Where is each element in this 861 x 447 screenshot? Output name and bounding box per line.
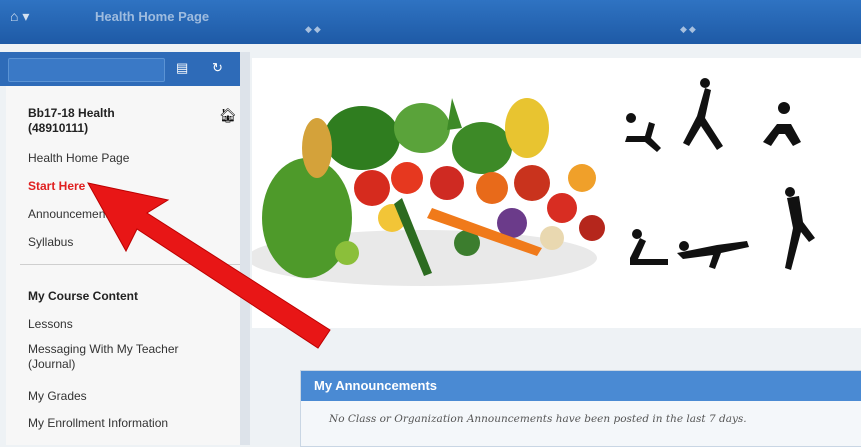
folder-icon[interactable]: ▤ (176, 60, 188, 76)
menu-link-health-home[interactable]: Health Home Page (28, 151, 129, 166)
top-nav-bar: ⌂ ▾ Health Home Page ◆◆ ◆◆ (0, 0, 861, 44)
announcements-message: No Class or Organization Announcements h… (329, 413, 747, 425)
course-name: Bb17-18 Health (28, 106, 115, 120)
menu-section-title: My Course Content (28, 289, 139, 303)
menu-link-start-here[interactable]: Start Here (28, 179, 85, 194)
menu-link-enrollment[interactable]: My Enrollment Information (28, 416, 168, 431)
menu-link-syllabus[interactable]: Syllabus (28, 235, 73, 250)
menu-link-lessons[interactable]: Lessons (28, 317, 73, 332)
announcements-panel: My Announcements No Class or Organizatio… (300, 370, 861, 447)
announcements-title[interactable]: My Announcements (301, 371, 861, 401)
course-title[interactable]: Bb17-18 Health (48910111) (28, 106, 198, 136)
home-nav-icon[interactable]: ⌂ ▾ (10, 8, 29, 25)
course-banner-image (247, 58, 861, 328)
course-menu: Bb17-18 Health (48910111) 🏠︎ Health Home… (6, 86, 241, 445)
decoration-icon: ◆◆ (305, 24, 323, 34)
menu-link-messaging[interactable]: Messaging With My Teacher (Journal) (28, 342, 228, 372)
refresh-icon[interactable]: ↻ (212, 60, 223, 76)
yoga-silhouettes (625, 78, 815, 270)
course-menu-toolbar: ▤ ↻ (0, 52, 240, 86)
course-id: (48910111) (28, 121, 89, 135)
page-title: Health Home Page (95, 9, 210, 24)
sidebar-scrollbar[interactable] (240, 52, 250, 445)
banner-illustration (247, 78, 815, 286)
decoration-icon: ◆◆ (680, 24, 698, 34)
menu-link-announcements[interactable]: Announcements (28, 207, 115, 222)
vegetables-illustration (247, 98, 605, 286)
menu-divider (20, 264, 240, 265)
home-icon[interactable]: 🏠︎ (219, 107, 237, 124)
course-menu-search[interactable] (8, 58, 165, 82)
menu-link-my-grades[interactable]: My Grades (28, 389, 87, 404)
